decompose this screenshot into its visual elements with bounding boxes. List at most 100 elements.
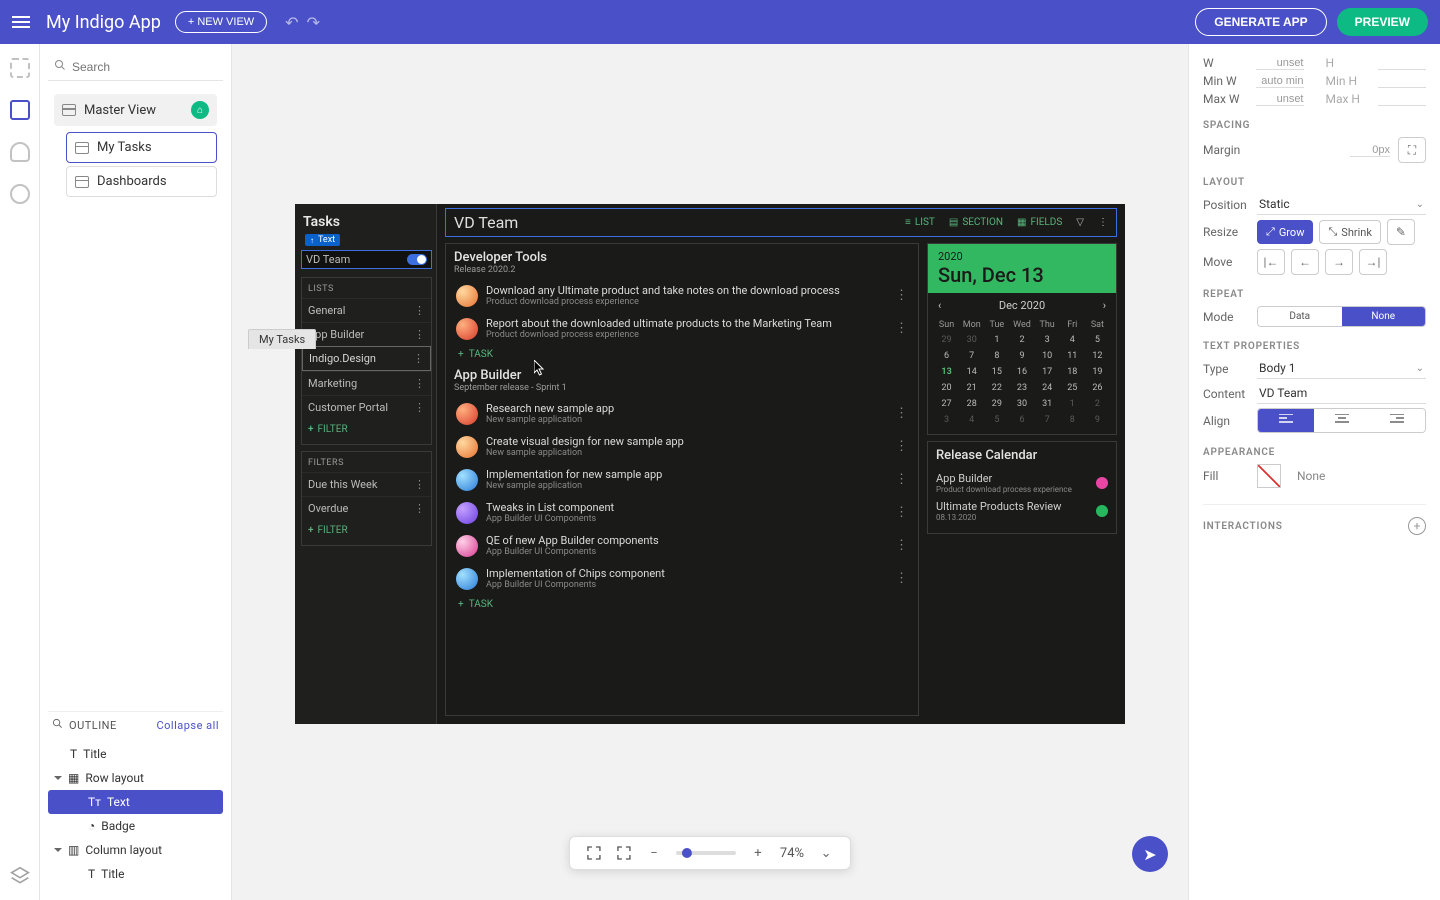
- send-fab[interactable]: ➤: [1132, 836, 1168, 872]
- toggle-switch[interactable]: [407, 254, 427, 265]
- mode-data-button[interactable]: Data: [1258, 307, 1342, 326]
- search-input[interactable]: [72, 60, 227, 74]
- more-icon[interactable]: ⋮: [414, 401, 425, 414]
- margin-link-icon[interactable]: ⛶: [1398, 137, 1426, 163]
- minh-input[interactable]: [1378, 75, 1426, 88]
- add-task-button[interactable]: +TASK: [446, 345, 918, 368]
- list-view-button[interactable]: ≡LIST: [905, 217, 935, 228]
- prev-month-icon[interactable]: ‹: [938, 299, 941, 312]
- more-icon[interactable]: ⋮: [414, 304, 425, 317]
- filter-item[interactable]: Due this Week⋮: [302, 472, 431, 496]
- add-interaction-button[interactable]: +: [1408, 517, 1426, 535]
- more-icon[interactable]: ⋮: [895, 439, 908, 454]
- release-item[interactable]: Ultimate Products Review08.13.2020: [936, 497, 1108, 525]
- zoom-out-icon[interactable]: −: [646, 845, 662, 861]
- view-item-dashboards[interactable]: Dashboards: [66, 166, 217, 197]
- task-row[interactable]: Download any Ultimate product and take n…: [446, 279, 918, 312]
- more-icon[interactable]: ⋮: [895, 505, 908, 520]
- more-icon[interactable]: ⋮: [414, 502, 425, 515]
- section-view-button[interactable]: ▤SECTION: [949, 217, 1003, 228]
- more-icon[interactable]: ⋮: [895, 472, 908, 487]
- views-icon[interactable]: [10, 100, 30, 120]
- more-icon[interactable]: ⋮: [895, 288, 908, 303]
- type-dropdown[interactable]: Body 1⌄: [1257, 358, 1426, 379]
- task-row[interactable]: Tweaks in List componentApp Builder UI C…: [446, 496, 918, 529]
- align-left-button[interactable]: [1258, 409, 1314, 432]
- list-item[interactable]: General⋮: [302, 298, 431, 322]
- components-icon[interactable]: [10, 58, 30, 78]
- list-item[interactable]: Indigo.Design⋮: [302, 346, 431, 371]
- align-right-button[interactable]: [1369, 409, 1425, 432]
- canvas-tab[interactable]: My Tasks: [248, 329, 316, 349]
- tree-badge[interactable]: ◔Badge: [48, 814, 223, 838]
- filter-item[interactable]: Overdue⋮: [302, 496, 431, 520]
- tree-title-2[interactable]: TTitle: [48, 862, 223, 886]
- fields-button[interactable]: ▦FIELDS: [1017, 217, 1062, 228]
- more-icon[interactable]: ⋮: [414, 478, 425, 491]
- artboard[interactable]: Tasks ↑Text VD Team LISTS General⋮ App B…: [295, 204, 1125, 724]
- edit-resize-button[interactable]: ✎: [1387, 219, 1415, 245]
- task-row[interactable]: QE of new App Builder componentsApp Buil…: [446, 529, 918, 562]
- new-view-button[interactable]: + NEW VIEW: [175, 11, 267, 33]
- more-icon[interactable]: ⋮: [895, 321, 908, 336]
- tree-row-layout[interactable]: ▦Row layout: [48, 766, 223, 790]
- more-icon[interactable]: ⋮: [414, 328, 425, 341]
- add-task-button[interactable]: +TASK: [446, 595, 918, 618]
- collapse-all-link[interactable]: Collapse all: [156, 719, 219, 732]
- theme-icon[interactable]: [10, 184, 30, 204]
- add-filter-button[interactable]: +FILTER: [302, 520, 431, 541]
- task-row[interactable]: Implementation for new sample appNew sam…: [446, 463, 918, 496]
- height-input[interactable]: [1378, 57, 1426, 70]
- list-item[interactable]: Customer Portal⋮: [302, 395, 431, 419]
- fit-screen-icon[interactable]: [586, 845, 602, 861]
- filter-icon[interactable]: ▽: [1076, 217, 1084, 228]
- release-item[interactable]: App BuilderProduct download process expe…: [936, 469, 1108, 497]
- generate-app-button[interactable]: GENERATE APP: [1195, 8, 1326, 36]
- maxw-input[interactable]: [1256, 93, 1304, 106]
- view-item-my-tasks[interactable]: My Tasks: [66, 132, 217, 163]
- position-dropdown[interactable]: Static⌄: [1257, 194, 1426, 215]
- more-icon[interactable]: ⋮: [414, 377, 425, 390]
- zoom-slider[interactable]: [676, 851, 736, 855]
- minw-input[interactable]: [1256, 75, 1304, 88]
- shrink-button[interactable]: ⤡Shrink: [1319, 220, 1380, 244]
- width-input[interactable]: [1256, 57, 1304, 70]
- more-icon[interactable]: ⋮: [895, 538, 908, 553]
- align-center-button[interactable]: [1314, 409, 1370, 432]
- move-left-button[interactable]: ←: [1291, 249, 1319, 275]
- text-element-chip[interactable]: ↑Text: [305, 234, 340, 246]
- redo-icon[interactable]: ↷: [307, 13, 320, 32]
- mode-none-button[interactable]: None: [1342, 307, 1426, 326]
- move-start-button[interactable]: |←: [1257, 249, 1285, 275]
- fill-swatch[interactable]: [1257, 464, 1281, 488]
- content-input[interactable]: VD Team: [1257, 383, 1426, 404]
- more-icon[interactable]: ⋮: [895, 406, 908, 421]
- task-row[interactable]: Implementation of Chips componentApp Bui…: [446, 562, 918, 595]
- tree-title[interactable]: TTitle: [48, 742, 223, 766]
- preview-button[interactable]: PREVIEW: [1337, 8, 1428, 36]
- task-row[interactable]: Research new sample appNew sample applic…: [446, 397, 918, 430]
- zoom-in-icon[interactable]: +: [750, 845, 766, 861]
- zoom-dropdown-icon[interactable]: ⌄: [818, 845, 834, 861]
- more-icon[interactable]: ⋮: [413, 352, 424, 365]
- add-filter-button[interactable]: +FILTER: [302, 419, 431, 440]
- outline-search-icon[interactable]: [52, 718, 63, 732]
- more-icon[interactable]: ⋮: [1098, 217, 1108, 228]
- move-end-button[interactable]: →|: [1359, 249, 1387, 275]
- next-month-icon[interactable]: ›: [1103, 299, 1106, 312]
- move-right-button[interactable]: →: [1325, 249, 1353, 275]
- task-row[interactable]: Report about the downloaded ultimate pro…: [446, 312, 918, 345]
- undo-icon[interactable]: ↶: [285, 13, 298, 32]
- master-view-item[interactable]: Master View ⌂: [54, 94, 217, 126]
- data-icon[interactable]: [10, 142, 30, 162]
- layers-icon[interactable]: [10, 866, 30, 886]
- list-item[interactable]: App Builder⋮: [302, 322, 431, 346]
- margin-input[interactable]: [1350, 144, 1390, 157]
- menu-icon[interactable]: [12, 11, 34, 33]
- list-item[interactable]: Marketing⋮: [302, 371, 431, 395]
- more-icon[interactable]: ⋮: [895, 571, 908, 586]
- selected-text-element[interactable]: VD Team: [301, 250, 432, 269]
- grow-button[interactable]: ⤢Grow: [1257, 220, 1313, 244]
- task-row[interactable]: Create visual design for new sample appN…: [446, 430, 918, 463]
- actual-size-icon[interactable]: [616, 845, 632, 861]
